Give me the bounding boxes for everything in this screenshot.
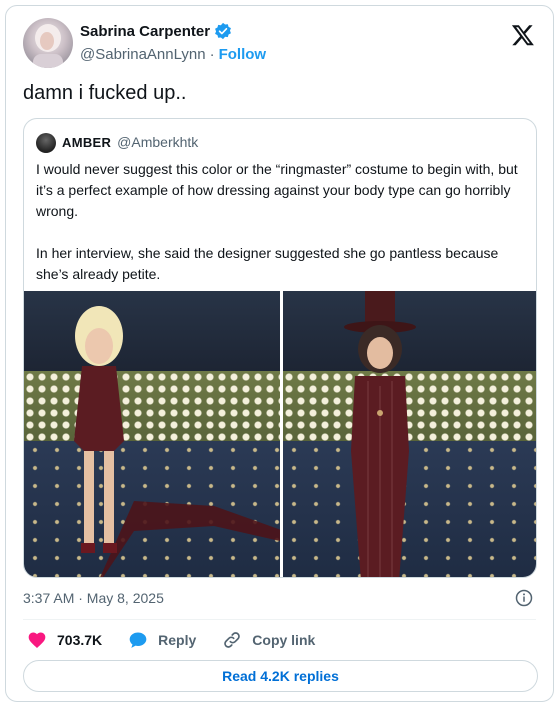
author-avatar[interactable] [23,18,73,68]
photo-figure [74,306,280,577]
action-bar: 703.7K Reply Copy link [27,630,341,650]
author-handle[interactable]: @SabrinaAnnLynn [80,46,206,63]
follow-button[interactable]: Follow [219,46,267,63]
quoted-media[interactable] [24,291,536,577]
copy-link-label: Copy link [252,632,316,648]
x-logo-icon[interactable] [511,23,535,47]
divider [23,619,536,620]
heart-icon [28,632,46,648]
quoted-tweet-text: I would never suggest this color or the … [36,159,526,285]
media-photo-right[interactable] [282,291,536,577]
tweet-card: Sabrina Carpenter @SabrinaAnnLynn · Foll… [5,5,554,702]
reply-button[interactable]: Reply [128,630,196,650]
media-photo-left[interactable] [24,291,280,577]
quoted-author-handle: @Amberkhtk [117,134,199,150]
avatar-photo [33,24,63,68]
quoted-paragraph: In her interview, she said the designer … [36,245,499,282]
read-replies-button[interactable]: Read 4.2K replies [23,660,538,692]
photo-figure [343,291,416,577]
tweet-timestamp[interactable]: 3:37 AM · May 8, 2025 [23,590,164,606]
tweet-text: damn i fucked up.. [23,82,187,104]
quoted-author-avatar [36,133,56,153]
like-button[interactable]: 703.7K [27,630,102,650]
author-name[interactable]: Sabrina Carpenter [80,23,210,40]
info-icon[interactable] [515,589,533,607]
quoted-tweet[interactable]: AMBER @Amberkhtk I would never suggest t… [23,118,537,578]
reply-label: Reply [158,632,197,648]
reply-bubble-icon [129,632,147,648]
copy-link-button[interactable]: Copy link [222,630,315,650]
like-count: 703.7K [57,632,103,648]
link-icon [224,632,241,648]
handle-separator: · [209,46,215,63]
quoted-author-name: AMBER [62,135,112,150]
quoted-paragraph: I would never suggest this color or the … [36,161,518,219]
verified-badge-icon [215,22,231,40]
